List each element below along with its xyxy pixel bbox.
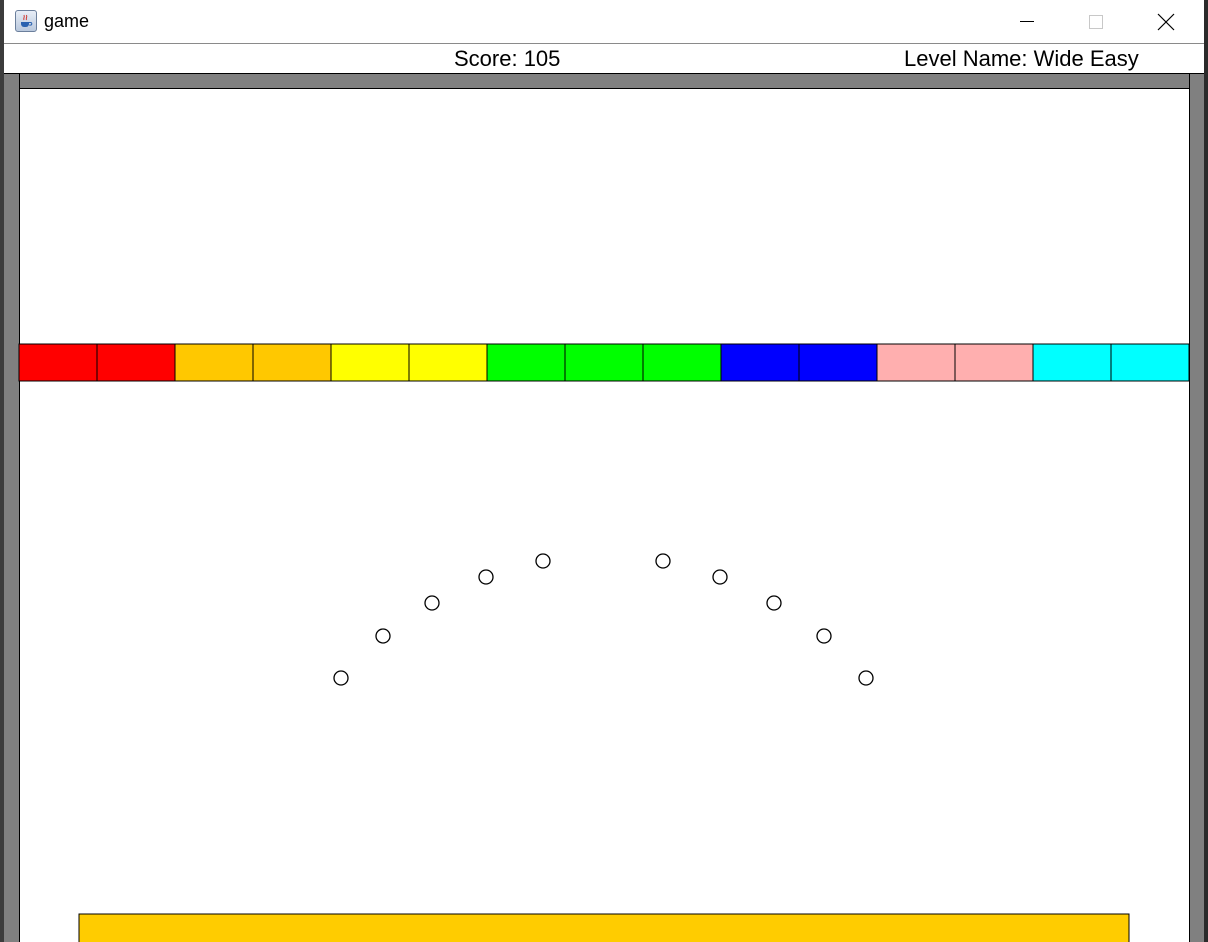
block xyxy=(18,343,98,382)
block xyxy=(96,343,176,382)
title-bar[interactable]: game xyxy=(4,0,1204,44)
ball xyxy=(816,628,832,644)
block xyxy=(798,343,878,382)
block xyxy=(954,343,1034,382)
java-cup-icon xyxy=(15,10,37,32)
level-name-label: Level Name: Wide Easy xyxy=(904,46,1139,71)
ball xyxy=(424,595,440,611)
game-playfield xyxy=(18,343,1190,942)
minimize-icon xyxy=(1020,21,1034,22)
top-wall xyxy=(4,74,1204,89)
background-window-edge xyxy=(1204,0,1208,942)
ball xyxy=(535,553,551,569)
ball xyxy=(333,670,349,686)
score-bar: Score: 105 Level Name: Wide Easy xyxy=(4,44,1204,74)
block xyxy=(330,343,410,382)
block xyxy=(876,343,956,382)
maximize-button[interactable] xyxy=(1062,0,1131,43)
block xyxy=(1110,343,1190,382)
ball xyxy=(375,628,391,644)
left-wall xyxy=(4,74,20,942)
block xyxy=(252,343,332,382)
balls-group xyxy=(333,553,874,686)
block xyxy=(174,343,254,382)
block xyxy=(486,343,566,382)
block xyxy=(564,343,644,382)
game-window: game Score: 105 Level Name: Wide Easy xyxy=(4,0,1204,942)
ball xyxy=(655,553,671,569)
window-title: game xyxy=(44,11,90,31)
maximize-icon xyxy=(1089,15,1103,29)
close-button[interactable] xyxy=(1132,0,1201,43)
ball xyxy=(858,670,874,686)
ball xyxy=(712,569,728,585)
score-label: Score: 105 xyxy=(454,46,561,71)
ball xyxy=(478,569,494,585)
block xyxy=(642,343,722,382)
ball xyxy=(766,595,782,611)
block xyxy=(1032,343,1112,382)
minimize-button[interactable] xyxy=(993,0,1062,43)
close-icon xyxy=(1157,13,1175,31)
block xyxy=(408,343,488,382)
block xyxy=(720,343,800,382)
paddle[interactable] xyxy=(78,913,1130,942)
right-wall xyxy=(1189,74,1204,942)
blocks-row xyxy=(18,343,1190,382)
